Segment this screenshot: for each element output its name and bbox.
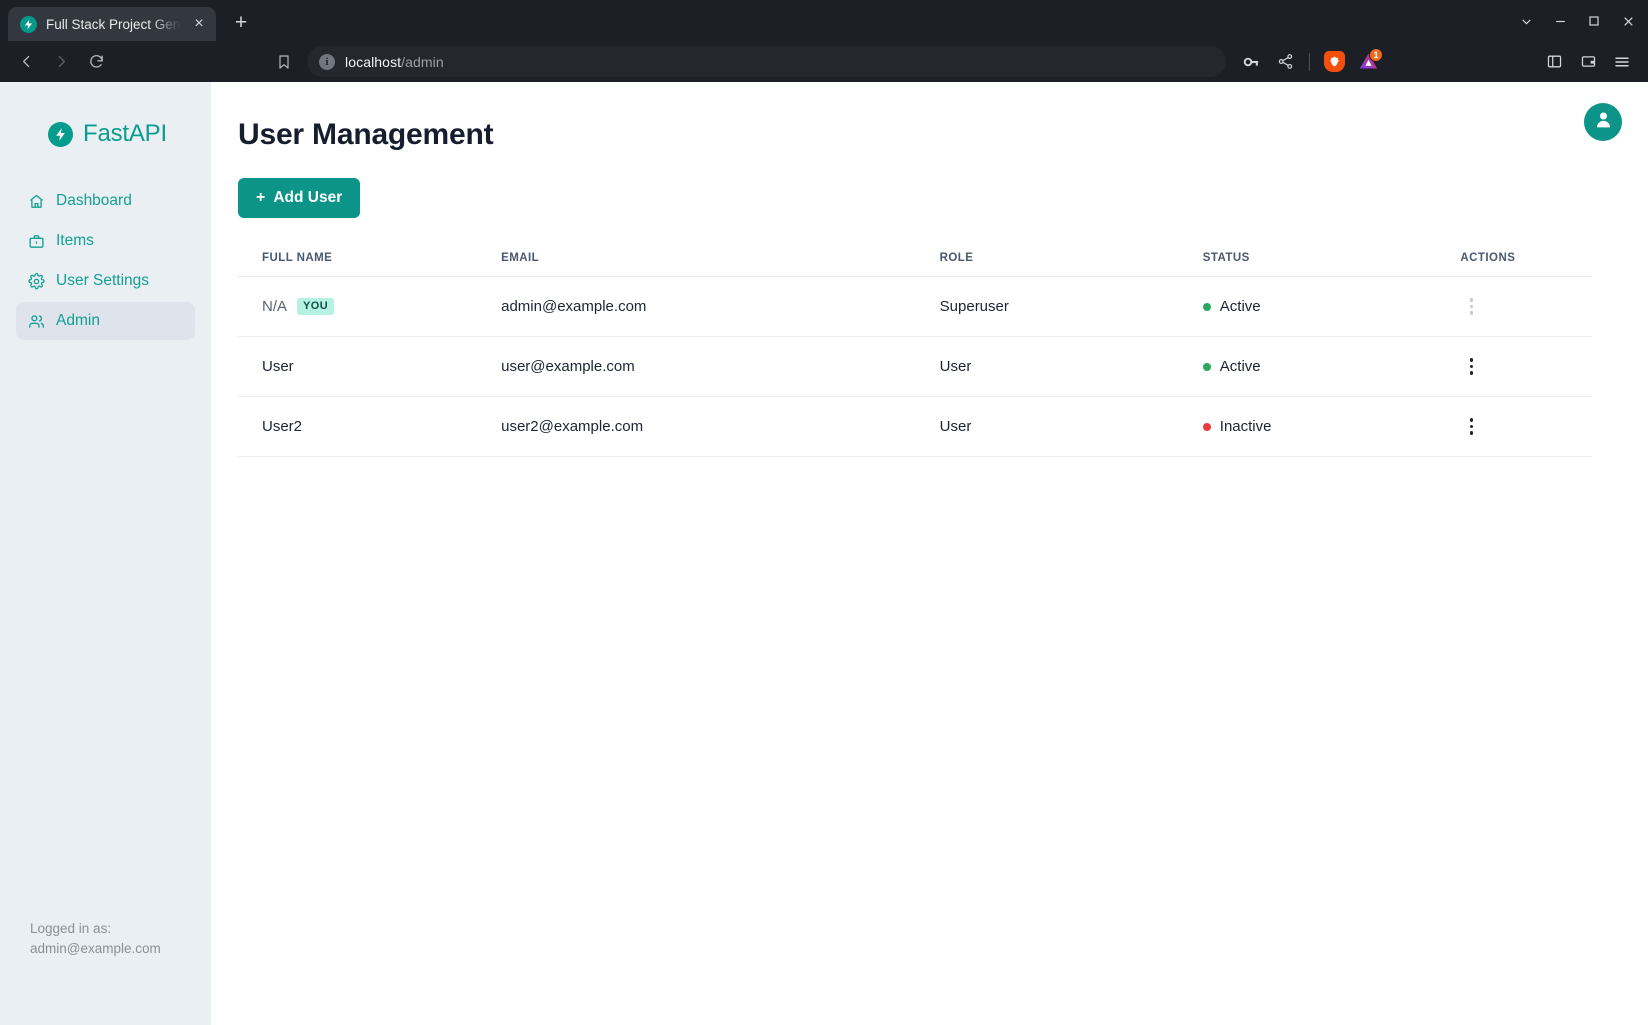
user-full-name: User2 [262, 418, 302, 435]
cell-full-name: User2 [238, 397, 501, 457]
browser-toolbar: i localhost/admin 1 [0, 41, 1648, 82]
lightning-bolt-icon [48, 122, 73, 147]
main-content: User Management + Add User Full Name Ema… [211, 82, 1648, 1025]
avatar[interactable] [1584, 103, 1622, 141]
brand-logo[interactable]: FastAPI [0, 110, 211, 158]
cell-email: user2@example.com [501, 397, 940, 457]
share-icon[interactable] [1270, 47, 1300, 77]
user-avatar-icon [1593, 109, 1614, 135]
site-info-icon[interactable]: i [319, 54, 335, 70]
row-actions-menu-icon[interactable] [1460, 418, 1482, 435]
close-icon[interactable]: × [190, 15, 208, 33]
extension-triangle-icon[interactable]: 1 [1353, 47, 1383, 77]
toolbar-divider [1309, 53, 1310, 71]
cell-actions [1460, 277, 1592, 337]
status-badge: Active [1220, 298, 1261, 315]
url-bar[interactable]: i localhost/admin [307, 46, 1226, 77]
row-actions-menu-icon[interactable] [1460, 298, 1482, 315]
maximize-icon[interactable] [1580, 8, 1608, 34]
column-header-email[interactable]: Email [501, 252, 940, 277]
app-page: FastAPI Dashboard Items User Settings [0, 82, 1648, 1025]
cell-status: Active [1203, 337, 1461, 397]
column-header-full-name[interactable]: Full Name [238, 252, 501, 277]
table-row: N/A YOU admin@example.com Superuser Acti… [238, 277, 1592, 337]
status-badge: Inactive [1220, 418, 1272, 435]
cell-full-name: N/A YOU [238, 277, 501, 337]
cell-role: Superuser [940, 277, 1203, 337]
sidebar-item-user-settings[interactable]: User Settings [16, 262, 195, 300]
hamburger-menu-icon[interactable] [1607, 47, 1637, 77]
sidebar-item-items[interactable]: Items [16, 222, 195, 260]
page-title: User Management [238, 118, 1592, 152]
sidebar-item-admin[interactable]: Admin [16, 302, 195, 340]
window-controls [1512, 8, 1642, 34]
bookmark-icon[interactable] [268, 46, 299, 77]
browser-tab[interactable]: Full Stack Project Genera × [8, 7, 216, 41]
users-icon [28, 313, 45, 330]
users-table-head: Full Name Email Role Status Actions [238, 252, 1592, 277]
cell-role: User [940, 397, 1203, 457]
row-actions-menu-icon[interactable] [1460, 358, 1482, 375]
column-header-actions[interactable]: Actions [1460, 252, 1592, 277]
status-badge: Active [1220, 358, 1261, 375]
sidebar-nav: Dashboard Items User Settings Admin [0, 182, 211, 340]
you-badge: YOU [297, 298, 334, 315]
briefcase-icon [28, 233, 45, 250]
url-path: /admin [401, 54, 444, 70]
browser-chrome: Full Stack Project Genera × + [0, 0, 1648, 82]
add-user-label: Add User [273, 189, 342, 207]
window-close-icon[interactable] [1614, 8, 1642, 34]
reload-icon[interactable] [81, 46, 112, 77]
browser-tabstrip: Full Stack Project Genera × + [0, 0, 1648, 41]
new-tab-button[interactable]: + [224, 6, 258, 40]
plus-icon: + [256, 190, 265, 206]
table-row: User2 user2@example.com User Inactive [238, 397, 1592, 457]
column-header-status[interactable]: Status [1203, 252, 1461, 277]
cell-actions [1460, 397, 1592, 457]
browser-tab-title: Full Stack Project Genera [46, 17, 181, 32]
cell-role: User [940, 337, 1203, 397]
sidebar: FastAPI Dashboard Items User Settings [0, 82, 211, 1025]
sidebar-footer: Logged in as: admin@example.com [0, 919, 211, 1025]
users-table: Full Name Email Role Status Actions N/A … [238, 252, 1592, 457]
cell-status: Active [1203, 277, 1461, 337]
home-icon [28, 193, 45, 210]
url-host: localhost [345, 54, 401, 70]
sidebar-item-dashboard[interactable]: Dashboard [16, 182, 195, 220]
sidebar-item-label: User Settings [56, 272, 149, 290]
status-dot [1203, 423, 1211, 431]
fastapi-bolt-icon [20, 16, 37, 33]
table-header-row: Full Name Email Role Status Actions [238, 252, 1592, 277]
sidebar-item-label: Admin [56, 312, 100, 330]
brand-name: FastAPI [83, 120, 167, 148]
add-user-button[interactable]: + Add User [238, 178, 360, 218]
column-header-role[interactable]: Role [940, 252, 1203, 277]
logged-in-email: admin@example.com [30, 939, 211, 959]
chevron-down-icon[interactable] [1512, 8, 1540, 34]
logged-in-label: Logged in as: [30, 919, 211, 939]
user-full-name: N/A [262, 298, 287, 315]
brave-lion-icon[interactable] [1319, 47, 1349, 77]
status-dot [1203, 363, 1211, 371]
users-table-body: N/A YOU admin@example.com Superuser Acti… [238, 277, 1592, 457]
cell-email: user@example.com [501, 337, 940, 397]
user-full-name: User [262, 358, 294, 375]
sidebar-item-label: Dashboard [56, 192, 132, 210]
sidebar-panel-icon[interactable] [1539, 47, 1569, 77]
sidebar-item-label: Items [56, 232, 94, 250]
key-icon[interactable] [1236, 47, 1266, 77]
table-row: User user@example.com User Active [238, 337, 1592, 397]
forward-arrow-icon [46, 46, 77, 77]
cell-actions [1460, 337, 1592, 397]
cell-full-name: User [238, 337, 501, 397]
cell-email: admin@example.com [501, 277, 940, 337]
extension-badge: 1 [1369, 48, 1383, 62]
gear-icon [28, 273, 45, 290]
url-text: localhost/admin [345, 54, 444, 70]
status-dot [1203, 303, 1211, 311]
minimize-icon[interactable] [1546, 8, 1574, 34]
back-arrow-icon[interactable] [11, 46, 42, 77]
wallet-icon[interactable] [1573, 47, 1603, 77]
cell-status: Inactive [1203, 397, 1461, 457]
